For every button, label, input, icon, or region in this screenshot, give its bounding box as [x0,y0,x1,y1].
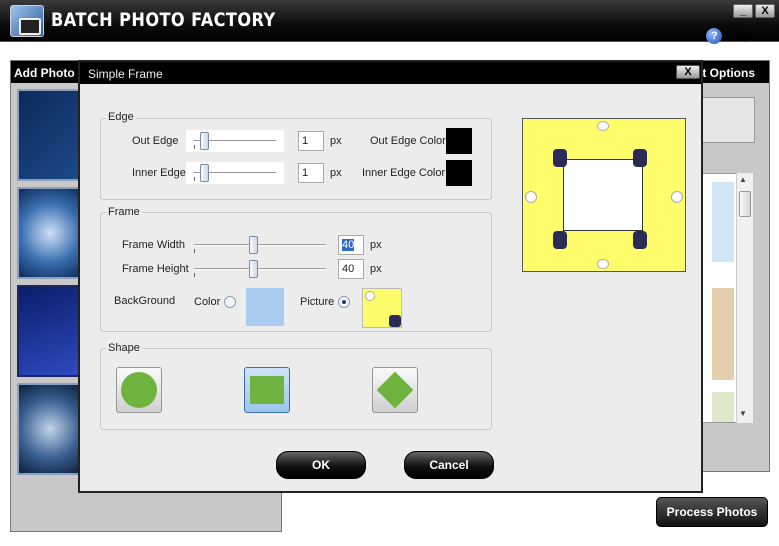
frame-height-label: Frame Height [122,263,189,275]
help-link[interactable]: ? Help [706,28,751,44]
app-camera-icon [10,5,44,37]
background-picture-thumbnail[interactable] [362,288,402,328]
out-edge-slider-thumb[interactable] [199,132,209,150]
color-option-label: Color [194,296,221,308]
inner-edge-value[interactable]: 1 [298,163,324,183]
photo-thumbnail[interactable] [17,383,83,475]
scrollbar-thumb[interactable] [739,191,751,217]
simple-frame-dialog: Simple Frame X Edge Out Edge 1 px Out Ed… [78,60,703,493]
app-title: BATCH PHOTO FACTORY [51,9,276,31]
frame-height-slider[interactable] [186,258,334,280]
inner-edge-color-swatch[interactable] [446,160,472,186]
frame-group-label: Frame [106,206,142,218]
shape-rectangle-button[interactable] [244,367,290,413]
inner-edge-slider[interactable] [186,162,284,184]
ball-sticker [597,259,609,269]
ball-sticker [671,191,683,203]
inner-edge-color-label: Inner Edge Color [362,167,446,179]
help-icon: ? [706,28,723,44]
background-color-swatch[interactable] [246,288,284,326]
shape-circle-button[interactable] [116,367,162,413]
out-edge-slider[interactable] [186,130,284,152]
preview-photo-area [563,159,643,231]
out-edge-value[interactable]: 1 [298,131,324,151]
frame-swatch[interactable] [712,182,734,262]
out-edge-label: Out Edge [132,135,179,147]
diamond-shape-icon [376,371,414,409]
close-button[interactable]: X [755,4,775,18]
inner-edge-label: Inner Edge [132,167,186,179]
dialog-title: Simple Frame [80,62,701,84]
character-sticker [553,149,567,167]
frame-swatch[interactable] [712,288,734,380]
frame-width-slider[interactable] [186,234,334,256]
character-sticker [553,231,567,249]
out-edge-color-label: Out Edge Color [370,135,446,147]
help-label: Help [726,28,751,43]
ball-sticker [597,121,609,131]
frame-width-value[interactable]: 40 [338,235,364,255]
out-edge-color-swatch[interactable] [446,128,472,154]
frame-height-slider-thumb[interactable] [249,260,259,278]
frame-list-scrollbar[interactable]: ▲ ▼ [736,173,753,423]
out-edge-unit: px [330,135,342,147]
dialog-close-button[interactable]: X [676,65,700,79]
title-bar: BATCH PHOTO FACTORY _ X [0,0,779,42]
frame-width-label: Frame Width [122,239,185,251]
frame-width-value-text: 40 [342,239,355,251]
picture-radio[interactable] [338,296,350,308]
frame-height-unit: px [370,263,382,275]
edge-group-label: Edge [106,111,136,123]
photo-thumbnail[interactable] [17,89,83,181]
inner-edge-slider-thumb[interactable] [199,164,209,182]
frame-height-value[interactable]: 40 [338,259,364,279]
frame-swatch[interactable] [712,392,734,422]
edge-group [100,118,492,200]
shape-group-label: Shape [106,342,142,354]
cancel-button[interactable]: Cancel [404,451,494,479]
circle-shape-icon [121,372,157,408]
scroll-down-icon[interactable]: ▼ [739,409,747,418]
shape-diamond-button[interactable] [372,367,418,413]
scroll-up-icon[interactable]: ▲ [739,175,747,184]
character-sticker [633,231,647,249]
frame-preview [522,118,686,272]
rectangle-shape-icon [250,376,284,404]
process-photos-button[interactable]: Process Photos [656,497,768,527]
photo-thumbnail[interactable] [17,285,83,377]
minimize-button[interactable]: _ [733,4,753,18]
color-radio[interactable] [224,296,236,308]
frame-width-unit: px [370,239,382,251]
character-sticker [633,149,647,167]
ball-sticker [525,191,537,203]
photo-thumbnail[interactable] [17,187,83,279]
picture-option-label: Picture [300,296,335,308]
inner-edge-unit: px [330,167,342,179]
ok-button[interactable]: OK [276,451,366,479]
frame-width-slider-thumb[interactable] [249,236,259,254]
background-label: BackGround [114,295,176,307]
